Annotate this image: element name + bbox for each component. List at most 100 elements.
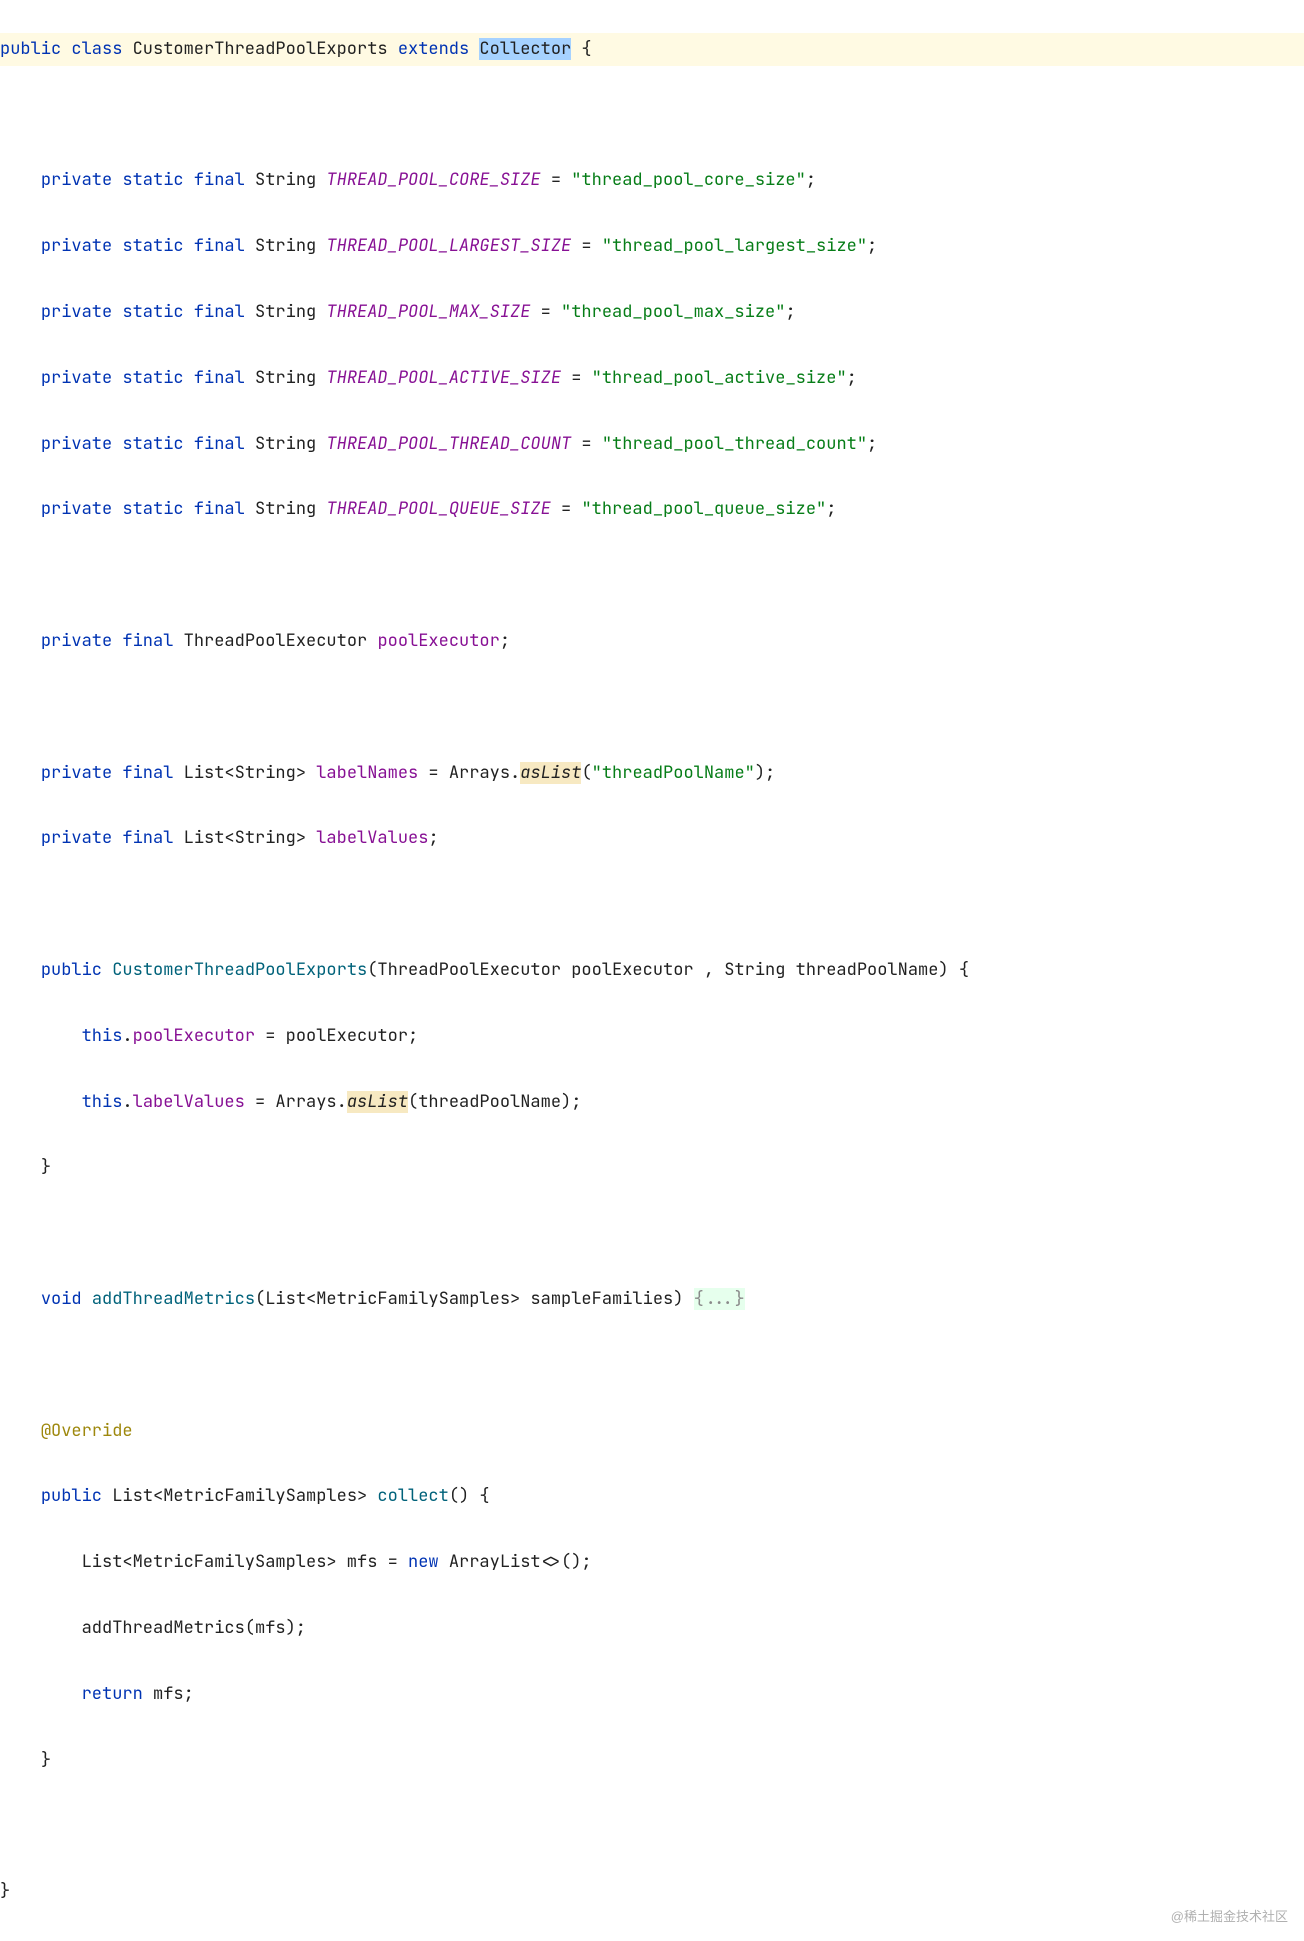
field-name: labelNames — [316, 762, 418, 784]
string-literal: "thread_pool_active_size" — [592, 367, 847, 389]
keyword-extends: extends — [398, 38, 469, 60]
code-line — [0, 691, 1304, 724]
keyword-this: this — [82, 1091, 123, 1113]
code-line — [0, 99, 1304, 132]
code-editor[interactable]: public class CustomerThreadPoolExports e… — [0, 0, 1304, 1941]
modifiers: private static final — [41, 169, 245, 191]
type: String — [255, 498, 316, 520]
code-line: } — [0, 1151, 1304, 1184]
code-line: private static final String THREAD_POOL_… — [0, 493, 1304, 526]
code-line: return mfs; — [0, 1678, 1304, 1711]
params: (List<MetricFamilySamples> sampleFamilie… — [255, 1288, 694, 1310]
code-line: private final List<String> labelValues; — [0, 822, 1304, 855]
type: List<String> — [184, 827, 306, 849]
type: String — [255, 367, 316, 389]
return-type: List<MetricFamilySamples> — [112, 1485, 367, 1507]
dot: . — [122, 1091, 132, 1113]
stmt: addThreadMetrics(mfs); — [82, 1617, 306, 1639]
code-line: private final List<String> labelNames = … — [0, 757, 1304, 790]
call-rest: (threadPoolName); — [408, 1091, 581, 1113]
type: String — [255, 301, 316, 323]
stmt-rest: ArrayList<>(); — [439, 1551, 592, 1573]
field-ref: poolExecutor — [133, 1025, 255, 1047]
modifiers: private static final — [41, 301, 245, 323]
type: String — [255, 433, 316, 455]
keyword-return: return — [82, 1683, 143, 1705]
code-line: public class CustomerThreadPoolExports e… — [0, 33, 1304, 66]
code-line: @Override — [0, 1415, 1304, 1448]
brace-close: } — [41, 1749, 51, 1771]
modifiers: private static final — [41, 433, 245, 455]
expr-end: ); — [755, 762, 775, 784]
code-line: this.labelValues = Arrays.asList(threadP… — [0, 1086, 1304, 1119]
code-line — [0, 1217, 1304, 1250]
code-line — [0, 559, 1304, 592]
return-type: void — [41, 1288, 82, 1310]
string-literal: "thread_pool_queue_size" — [581, 498, 826, 520]
code-line — [0, 1809, 1304, 1842]
type: String — [255, 169, 316, 191]
code-line: private static final String THREAD_POOL_… — [0, 362, 1304, 395]
constant-name: THREAD_POOL_QUEUE_SIZE — [326, 498, 550, 520]
modifiers: public — [41, 959, 102, 981]
keyword-new: new — [408, 1551, 439, 1573]
assignment: = poolExecutor; — [255, 1025, 418, 1047]
fold-marker[interactable]: {...} — [694, 1288, 745, 1310]
constructor-name: CustomerThreadPoolExports — [112, 959, 367, 981]
paren: ( — [581, 762, 591, 784]
code-line: private final ThreadPoolExecutor poolExe… — [0, 625, 1304, 658]
keyword-class: class — [71, 38, 122, 60]
constant-name: THREAD_POOL_LARGEST_SIZE — [326, 235, 571, 257]
params: () { — [449, 1485, 490, 1507]
code-line: private static final String THREAD_POOL_… — [0, 428, 1304, 461]
modifiers: private final — [41, 762, 174, 784]
dot: . — [122, 1025, 132, 1047]
selected-super-class: Collector — [479, 38, 571, 60]
constant-name: THREAD_POOL_ACTIVE_SIZE — [326, 367, 561, 389]
modifiers: private static final — [41, 367, 245, 389]
code-line: void addThreadMetrics(List<MetricFamilyS… — [0, 1283, 1304, 1316]
modifiers: private final — [41, 827, 174, 849]
string-literal: "thread_pool_max_size" — [561, 301, 785, 323]
type: ThreadPoolExecutor — [184, 630, 368, 652]
static-method: asList — [347, 1091, 408, 1113]
code-line: private static final String THREAD_POOL_… — [0, 296, 1304, 329]
keyword-public: public — [0, 38, 61, 60]
field-name: labelValues — [316, 827, 428, 849]
code-line: private static final String THREAD_POOL_… — [0, 230, 1304, 263]
modifiers: private final — [41, 630, 174, 652]
constant-name: THREAD_POOL_THREAD_COUNT — [326, 433, 571, 455]
method-name: collect — [377, 1485, 448, 1507]
code-line: this.poolExecutor = poolExecutor; — [0, 1020, 1304, 1053]
field-ref: labelValues — [133, 1091, 245, 1113]
watermark: @稀土掘金技术社区 — [1171, 1904, 1288, 1929]
method-name: addThreadMetrics — [92, 1288, 255, 1310]
operator: = — [418, 762, 449, 784]
expr: Arrays. — [449, 762, 520, 784]
class-name: CustomerThreadPoolExports — [133, 38, 388, 60]
code-line: } — [0, 1875, 1304, 1908]
code-line: addThreadMetrics(mfs); — [0, 1612, 1304, 1645]
constant-name: THREAD_POOL_MAX_SIZE — [326, 301, 530, 323]
string-literal: "threadPoolName" — [592, 762, 755, 784]
brace-close: } — [0, 1880, 10, 1902]
string-literal: "thread_pool_largest_size" — [602, 235, 867, 257]
params: (ThreadPoolExecutor poolExecutor , Strin… — [367, 959, 969, 981]
string-literal: "thread_pool_thread_count" — [602, 433, 867, 455]
type: String — [255, 235, 316, 257]
code-line: public List<MetricFamilySamples> collect… — [0, 1480, 1304, 1513]
assignment: = Arrays. — [245, 1091, 347, 1113]
string-literal: "thread_pool_core_size" — [571, 169, 806, 191]
brace-open: { — [571, 38, 591, 60]
code-line — [0, 888, 1304, 921]
brace-close: } — [41, 1156, 51, 1178]
code-line — [0, 1349, 1304, 1382]
static-method: asList — [520, 762, 581, 784]
modifiers: public — [41, 1485, 102, 1507]
code-line: private static final String THREAD_POOL_… — [0, 164, 1304, 197]
code-line: List<MetricFamilySamples> mfs = new Arra… — [0, 1546, 1304, 1579]
code-line: } — [0, 1744, 1304, 1777]
modifiers: private static final — [41, 498, 245, 520]
code-line: public CustomerThreadPoolExports(ThreadP… — [0, 954, 1304, 987]
type: List<String> — [184, 762, 306, 784]
